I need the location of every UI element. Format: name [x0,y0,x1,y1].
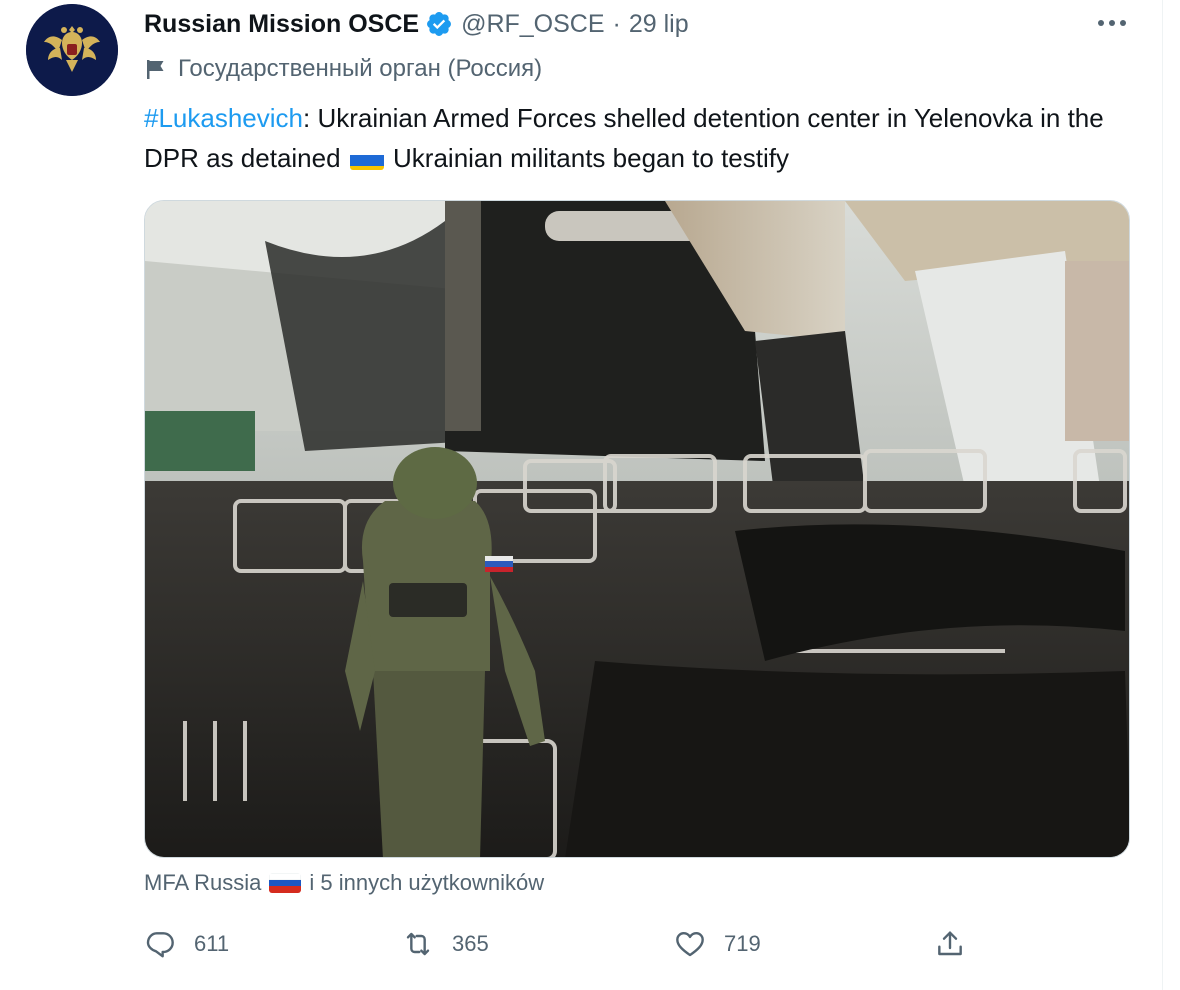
ukraine-flag-emoji [349,148,384,170]
tweet-text: #Lukashevich: Ukrainian Armed Forces she… [144,98,1124,178]
author-row: Russian Mission OSCE @RF_OSCE · 29 lip [144,6,689,42]
author-handle[interactable]: @RF_OSCE [461,10,604,39]
tagged-others[interactable]: i 5 innych użytkowników [309,870,544,896]
tweet-text-part2: Ukrainian militants began to testify [385,143,789,173]
retweet-icon [406,932,430,956]
reply-count: 611 [194,931,230,956]
retweet-count: 365 [452,931,489,956]
action-bar: 611 365 719 [144,920,984,968]
tagged-user-name[interactable]: MFA Russia [144,870,261,896]
tweet-media-photo[interactable] [144,200,1130,858]
like-count: 719 [724,931,761,956]
avatar[interactable] [26,4,118,96]
share-button[interactable] [934,920,966,968]
column-border [1162,0,1163,990]
tweet-date[interactable]: 29 lip [629,10,689,39]
hashtag-link[interactable]: #Lukashevich [144,103,303,133]
share-icon [938,931,962,956]
like-icon [676,932,704,957]
more-button[interactable] [1086,8,1138,38]
verified-badge-icon [425,10,453,38]
russia-flag-emoji [269,873,302,893]
reply-icon [146,932,174,958]
retweet-button[interactable]: 365 [402,920,489,968]
more-icon [1098,20,1126,26]
author-name[interactable]: Russian Mission OSCE [144,10,419,39]
tagged-users[interactable]: MFA Russia i 5 innych użytkowników [144,866,544,900]
separator: · [612,9,621,38]
like-button[interactable]: 719 [674,920,761,968]
flag-icon [147,60,164,79]
account-label-text: Государственный орган (Россия) [178,55,543,82]
reply-button[interactable]: 611 [144,920,229,968]
account-label: Государственный орган (Россия) [144,52,542,86]
